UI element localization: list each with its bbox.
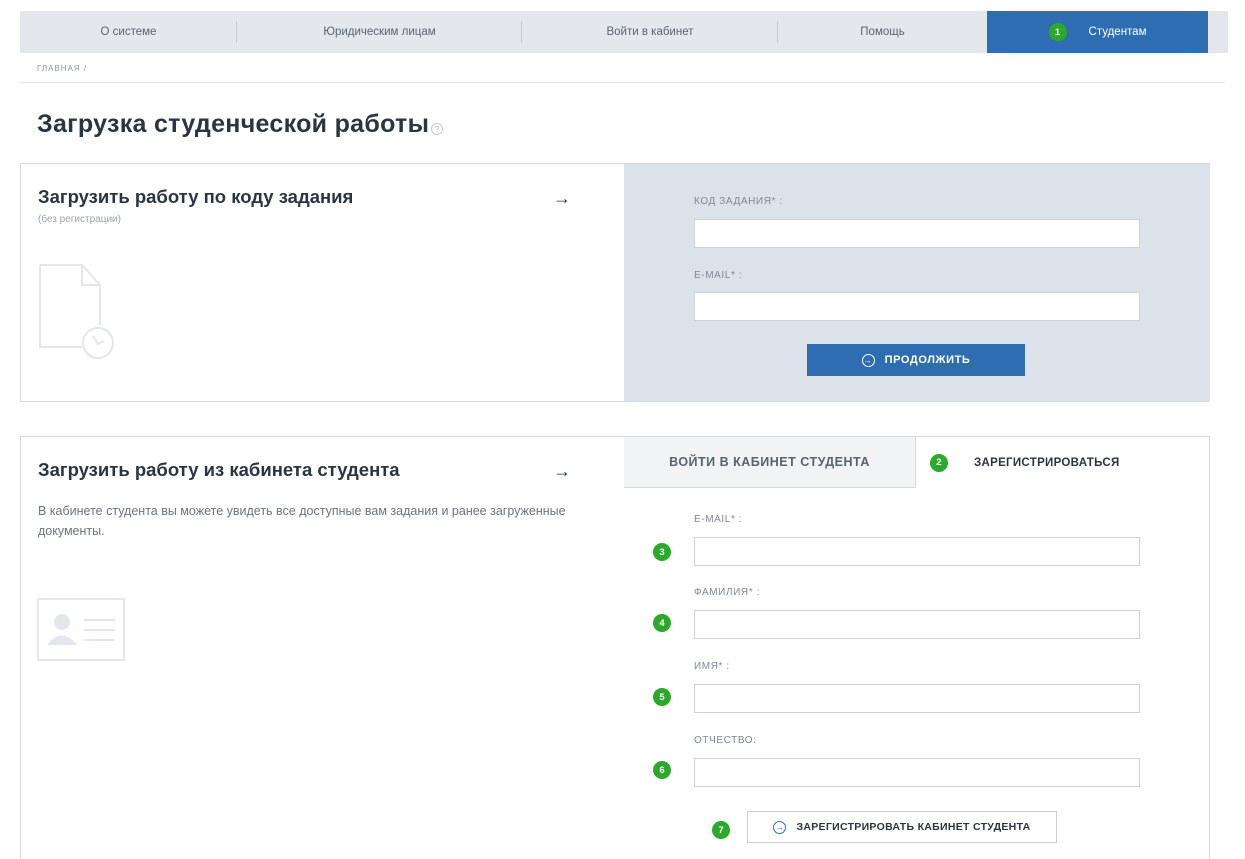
page-title: Загрузка студенческой работы ? [37, 110, 444, 139]
nav-item-login[interactable]: Войти в кабинет [522, 11, 778, 53]
nav-item-label: Юридическим лицам [323, 26, 436, 38]
nav-item-students[interactable]: 1 Студентам [987, 11, 1208, 53]
nav-item-label: Войти в кабинет [606, 26, 694, 38]
nav-item-label: О системе [100, 26, 157, 38]
email-input[interactable] [694, 537, 1140, 566]
step-badge: 3 [653, 543, 671, 561]
register-cabinet-button[interactable]: → ЗАРЕГИСТРИРОВАТЬ КАБИНЕТ СТУДЕНТА [747, 811, 1057, 843]
code-panel-subtitle: (без регистрации) [38, 214, 121, 225]
page-title-text: Загрузка студенческой работы [37, 110, 430, 138]
cabinet-panel-title: Загрузить работу из кабинета студента [38, 459, 400, 480]
cabinet-upload-panel: Загрузить работу из кабинета студента → … [20, 436, 1210, 859]
continue-button[interactable]: → ПРОДОЛЖИТЬ [807, 344, 1025, 376]
email-label: E-MAIL* : [694, 270, 743, 281]
step-badge: 5 [653, 688, 671, 706]
tab-register[interactable]: 2 ЗАРЕГИСТРИРОВАТЬСЯ [916, 437, 1210, 488]
code-upload-panel: Загрузить работу по коду задания → (без … [20, 163, 1210, 402]
nav-item-label: Студентам [1088, 26, 1147, 38]
arrow-right-icon: → [553, 461, 571, 481]
middle-name-label: ОТЧЕСТВО: [694, 735, 757, 746]
arrow-right-icon: → [553, 188, 571, 208]
nav-item-help[interactable]: Помощь [778, 11, 987, 53]
last-name-label: ФАМИЛИЯ* : [694, 587, 760, 598]
tab-login-label: ВОЙТИ В КАБИНЕТ СТУДЕНТА [669, 455, 870, 469]
register-button-label: ЗАРЕГИСТРИРОВАТЬ КАБИНЕТ СТУДЕНТА [796, 821, 1031, 833]
cabinet-panel-description: В кабинете студента вы можете увидеть вс… [38, 504, 566, 538]
tab-login[interactable]: ВОЙТИ В КАБИНЕТ СТУДЕНТА [624, 437, 916, 488]
nav-item-label: Помощь [860, 26, 905, 38]
id-card-icon [37, 598, 125, 661]
continue-button-label: ПРОДОЛЖИТЬ [884, 354, 971, 366]
step-badge: 6 [653, 761, 671, 779]
nav-item-legal[interactable]: Юридическим лицам [237, 11, 522, 53]
tab-register-label: ЗАРЕГИСТРИРОВАТЬСЯ [974, 456, 1120, 469]
circle-arrow-icon: → [861, 353, 875, 367]
last-name-input[interactable] [694, 610, 1140, 639]
middle-name-input[interactable] [694, 758, 1140, 787]
help-icon[interactable]: ? [431, 123, 444, 135]
top-navigation: О системе Юридическим лицам Войти в каби… [20, 11, 1228, 53]
code-label: КОД ЗАДАНИЯ* : [694, 196, 783, 207]
document-download-icon [39, 264, 114, 359]
nav-item-about[interactable]: О системе [20, 11, 237, 53]
cabinet-form: ВОЙТИ В КАБИНЕТ СТУДЕНТА 2 ЗАРЕГИСТРИРОВ… [624, 437, 1210, 859]
step-badge: 1 [1048, 23, 1067, 41]
nav-filler [1208, 11, 1228, 53]
code-form: КОД ЗАДАНИЯ* : E-MAIL* : → ПРОДОЛЖИТЬ [624, 164, 1210, 401]
circle-arrow-icon: → [773, 820, 787, 834]
code-panel-title: Загрузить работу по коду задания [38, 186, 354, 207]
first-name-input[interactable] [694, 684, 1140, 713]
step-badge: 4 [653, 614, 671, 632]
divider [20, 82, 1225, 83]
first-name-label: ИМЯ* : [694, 661, 730, 672]
code-input[interactable] [694, 219, 1140, 248]
step-badge: 2 [930, 453, 948, 472]
email-label: E-MAIL* : [694, 514, 743, 525]
step-badge: 7 [712, 821, 730, 839]
email-input[interactable] [694, 292, 1140, 321]
breadcrumb[interactable]: ГЛАВНАЯ / [37, 64, 87, 73]
